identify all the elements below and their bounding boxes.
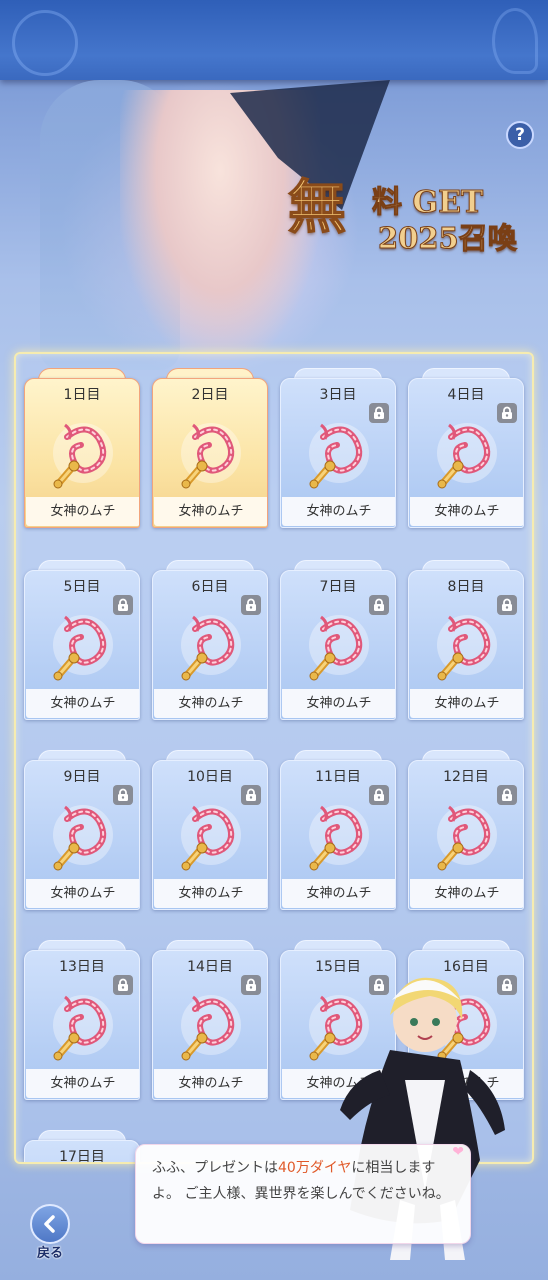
- item-name: 女神のムチ: [154, 1069, 267, 1098]
- goddess-whip-icon: [303, 799, 375, 871]
- item-name: 女神のムチ: [154, 879, 267, 908]
- reward-card[interactable]: 20 女神のムチ 13日目: [24, 940, 140, 1100]
- goddess-whip-icon: [175, 609, 247, 681]
- day-label: 17日目: [59, 1149, 105, 1164]
- item-name: 女神のムチ: [154, 689, 267, 718]
- item-name: 女神のムチ: [282, 689, 395, 718]
- lock-icon: [113, 975, 133, 995]
- item-name: 女神のムチ: [410, 689, 523, 718]
- promo-title: 無 料 GET 2025召喚: [287, 173, 538, 265]
- dialog-text: ふふ、プレゼントは: [152, 1160, 278, 1176]
- item-name: 女神のムチ: [26, 1069, 139, 1098]
- lock-icon: [369, 403, 389, 423]
- reward-card[interactable]: 20 女神のムチ 3日目: [280, 368, 396, 528]
- promo-line2: 2025召喚: [378, 221, 518, 256]
- day-label: 10日目: [187, 769, 233, 785]
- goddess-whip-icon: [431, 417, 503, 489]
- day-label: 1日目: [63, 387, 101, 403]
- top-banner: [0, 0, 548, 80]
- lock-icon: [497, 595, 517, 615]
- reward-card[interactable]: 20 女神のムチ 7日目: [280, 560, 396, 720]
- goddess-whip-icon: [47, 799, 119, 871]
- lock-icon: [369, 785, 389, 805]
- item-name: 女神のムチ: [410, 879, 523, 908]
- lock-icon: [497, 785, 517, 805]
- goddess-whip-icon: [431, 609, 503, 681]
- day-label: 12日目: [443, 769, 489, 785]
- item-name: 女神のムチ: [410, 497, 523, 526]
- goddess-whip-icon: [175, 417, 247, 489]
- day-label: 11日目: [315, 769, 361, 785]
- help-icon[interactable]: ?: [506, 121, 534, 149]
- reward-card[interactable]: 20 女神のムチ 14日目: [152, 940, 268, 1100]
- lock-icon: [241, 785, 261, 805]
- item-name: 女神のムチ: [282, 497, 395, 526]
- day-label: 4日目: [447, 387, 485, 403]
- reward-card[interactable]: 20 女神のムチ 11日目: [280, 750, 396, 910]
- reward-card[interactable]: 20 女神のムチ 9日目: [24, 750, 140, 910]
- item-name: 女神のムチ: [26, 879, 139, 908]
- item-name: 女神のムチ: [154, 497, 267, 526]
- day-label: 8日目: [447, 579, 485, 595]
- goddess-whip-icon: [47, 989, 119, 1061]
- goddess-whip-icon: [431, 799, 503, 871]
- reward-card[interactable]: 20 女神のムチ 6日目: [152, 560, 268, 720]
- goddess-whip-icon: [303, 417, 375, 489]
- goddess-whip-icon: [175, 989, 247, 1061]
- lock-icon: [241, 975, 261, 995]
- reward-card[interactable]: 20 女神のムチ 1日目: [24, 368, 140, 528]
- item-name: 女神のムチ: [26, 497, 139, 526]
- reward-card[interactable]: 17日目: [24, 1130, 140, 1164]
- goddess-whip-icon: [47, 417, 119, 489]
- day-label: 13日目: [59, 959, 105, 975]
- lock-icon: [369, 595, 389, 615]
- goddess-whip-icon: [47, 609, 119, 681]
- day-label: 6日目: [191, 579, 229, 595]
- reward-card[interactable]: 20 女神のムチ 2日目: [152, 368, 268, 528]
- back-button[interactable]: 戻る: [26, 1204, 78, 1262]
- reward-card[interactable]: 20 女神のムチ 12日目: [408, 750, 524, 910]
- lock-icon: [241, 595, 261, 615]
- day-label: 2日目: [191, 387, 229, 403]
- heart-icon: ❤: [452, 1144, 464, 1160]
- day-label: 5日目: [63, 579, 101, 595]
- back-arrow-icon: [30, 1204, 70, 1244]
- dialog-box: ❤ ふふ、プレゼントは40万ダイヤに相当しますよ。 ご主人様、異世界を楽しんでく…: [135, 1144, 471, 1244]
- promo-big-char: 無: [287, 173, 347, 241]
- lock-icon: [113, 785, 133, 805]
- item-name: 女神のムチ: [26, 689, 139, 718]
- item-name: 女神のムチ: [282, 879, 395, 908]
- goddess-whip-icon: [303, 609, 375, 681]
- back-label: 戻る: [36, 1246, 63, 1261]
- decorative-swirl: [492, 8, 538, 74]
- decorative-swirl: [12, 10, 78, 76]
- reward-card[interactable]: 20 女神のムチ 4日目: [408, 368, 524, 528]
- day-label: 9日目: [63, 769, 101, 785]
- day-label: 14日目: [187, 959, 233, 975]
- lock-icon: [497, 403, 517, 423]
- dialog-highlight: 40万ダイヤ: [278, 1160, 352, 1176]
- goddess-whip-icon: [175, 799, 247, 871]
- reward-card[interactable]: 20 女神のムチ 8日目: [408, 560, 524, 720]
- reward-card[interactable]: 20 女神のムチ 10日目: [152, 750, 268, 910]
- reward-card[interactable]: 20 女神のムチ 5日目: [24, 560, 140, 720]
- day-label: 7日目: [319, 579, 357, 595]
- day-label: 3日目: [319, 387, 357, 403]
- lock-icon: [113, 595, 133, 615]
